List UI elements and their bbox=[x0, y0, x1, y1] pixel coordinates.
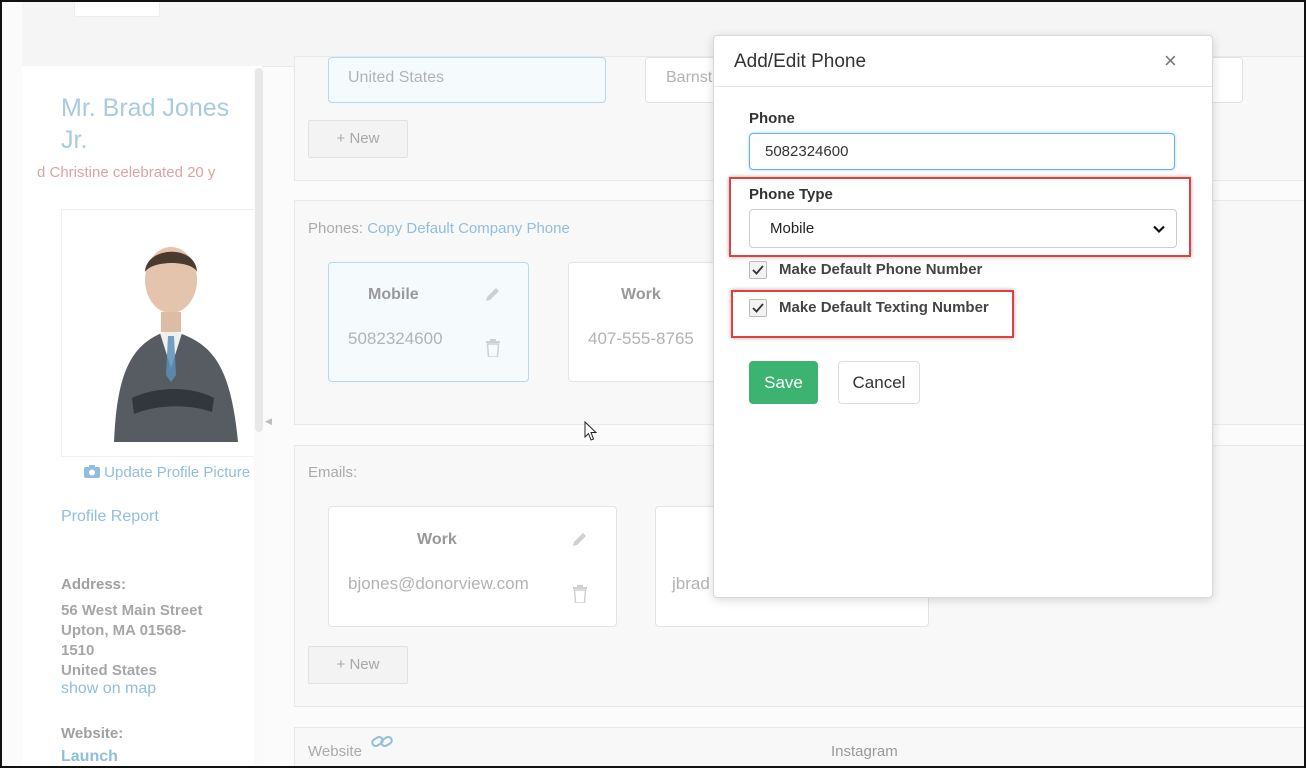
emails-label: Emails: bbox=[308, 464, 358, 481]
default-phone-label: Make Default Phone Number bbox=[779, 261, 983, 278]
profile-name: Mr. Brad Jones Jr. bbox=[61, 94, 230, 154]
website-launch-link[interactable]: Launch bbox=[61, 748, 118, 766]
modal-header: Add/Edit Phone × bbox=[714, 36, 1212, 87]
texting-number-highlight-box bbox=[731, 290, 1014, 338]
camera-icon bbox=[84, 464, 104, 481]
social-panel: Website Instagram bbox=[294, 727, 1304, 766]
address-country: United States bbox=[348, 69, 445, 86]
update-profile-picture-link[interactable]: Update Profile Picture bbox=[84, 464, 250, 481]
new-address-button[interactable]: + New bbox=[308, 120, 408, 158]
update-profile-picture-label: Update Profile Picture bbox=[104, 464, 251, 481]
website-label: Website: bbox=[61, 725, 124, 742]
default-phone-checkbox[interactable] bbox=[749, 261, 767, 279]
profile-sidebar: Mr. Brad Jones Jr. d Christine celebrate… bbox=[22, 66, 262, 766]
email-card-work[interactable]: Work bjones@donorview.com bbox=[328, 506, 617, 627]
address-line: 56 West Main Street bbox=[61, 602, 203, 619]
phone-card-type: Mobile bbox=[368, 286, 419, 303]
address-label: Address: bbox=[61, 576, 127, 593]
sidebar-scroll-thumb[interactable] bbox=[255, 68, 263, 432]
person-photo-icon bbox=[62, 210, 262, 456]
modal-title: Add/Edit Phone bbox=[734, 51, 867, 72]
phone-field-label: Phone bbox=[749, 110, 795, 127]
address-line: United States bbox=[61, 662, 157, 679]
email-card-address: bjones@donorview.com bbox=[348, 574, 529, 593]
phones-header: Phones: Copy Default Company Phone bbox=[308, 220, 570, 237]
collapse-arrow-icon[interactable]: ◀ bbox=[265, 416, 272, 427]
address-line: Upton, MA 01568- bbox=[61, 622, 187, 639]
phone-card-mobile[interactable]: Mobile 5082324600 bbox=[328, 262, 529, 382]
mouse-cursor-icon bbox=[584, 420, 598, 446]
edit-pencil-icon[interactable] bbox=[484, 285, 502, 308]
email-card-type: Work bbox=[417, 531, 457, 548]
address-country-card[interactable]: United States bbox=[328, 57, 606, 103]
link-icon[interactable] bbox=[371, 734, 393, 755]
website-field-label: Website bbox=[308, 743, 362, 760]
profile-photo bbox=[61, 209, 262, 457]
top-tab[interactable] bbox=[74, 2, 160, 17]
profile-report-link[interactable]: Profile Report bbox=[61, 508, 159, 526]
instagram-field-label: Instagram bbox=[831, 743, 898, 760]
cancel-button[interactable]: Cancel bbox=[838, 361, 920, 404]
trash-icon[interactable] bbox=[572, 585, 588, 608]
phone-card-type: Work bbox=[621, 286, 661, 303]
address-block: 56 West Main Street Upton, MA 01568- 151… bbox=[61, 601, 231, 681]
address-line: 1510 bbox=[61, 642, 95, 659]
app-frame: Mr. Brad Jones Jr. d Christine celebrate… bbox=[0, 0, 1306, 768]
phone-card-number: 407-555-8765 bbox=[588, 329, 694, 348]
show-on-map-link[interactable]: show on map bbox=[61, 680, 156, 698]
save-button[interactable]: Save bbox=[749, 361, 818, 404]
phones-label: Phones: bbox=[308, 220, 364, 237]
close-icon[interactable]: × bbox=[1164, 48, 1177, 74]
phone-input[interactable] bbox=[749, 133, 1175, 170]
checkmark-icon bbox=[752, 265, 764, 275]
new-email-button[interactable]: + New bbox=[308, 646, 408, 684]
announcement-marquee: d Christine celebrated 20 y bbox=[37, 164, 216, 181]
edit-pencil-icon[interactable] bbox=[571, 530, 589, 553]
trash-icon[interactable] bbox=[485, 339, 501, 362]
email-card-address: jbrad bbox=[672, 574, 710, 593]
copy-default-company-phone-link[interactable]: Copy Default Company Phone bbox=[367, 220, 570, 237]
phone-card-number: 5082324600 bbox=[348, 329, 443, 348]
phone-type-highlight-box bbox=[729, 177, 1191, 257]
